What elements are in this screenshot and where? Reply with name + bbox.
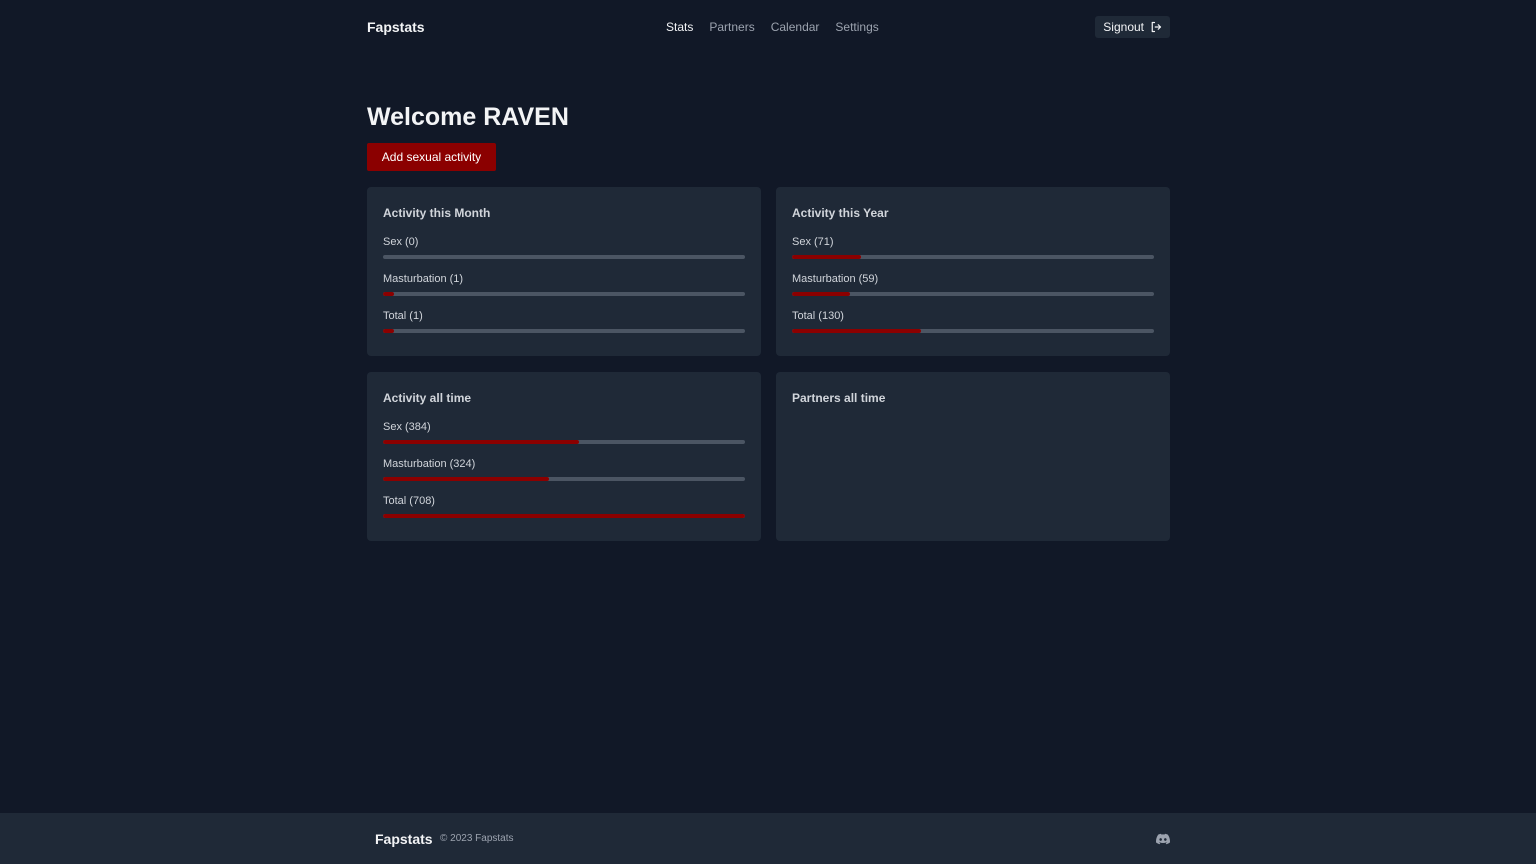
stat-label: Total (130) xyxy=(792,310,844,322)
card-title: Activity this Month xyxy=(383,206,491,220)
progress-bar xyxy=(792,255,1154,259)
page: Fapstats Stats Partners Calendar Setting… xyxy=(0,0,1536,864)
progress-fill xyxy=(383,514,745,518)
navbar: Fapstats Stats Partners Calendar Setting… xyxy=(367,0,1170,54)
nav-stats[interactable]: Stats xyxy=(666,20,693,34)
add-sexual-activity-button[interactable]: Add sexual activity xyxy=(367,143,496,171)
nav-partners[interactable]: Partners xyxy=(709,20,754,34)
stat-label: Total (708) xyxy=(383,495,435,507)
stat-masturbation: Masturbation (1) xyxy=(383,273,745,296)
stat-label: Masturbation (324) xyxy=(383,458,476,470)
footer-brand[interactable]: Fapstats xyxy=(375,831,433,847)
stat-masturbation: Masturbation (324) xyxy=(383,458,745,481)
card-activity-month: Activity this Month Sex (0) Masturbation… xyxy=(367,187,761,356)
progress-fill xyxy=(792,329,921,333)
stat-sex: Sex (384) xyxy=(383,421,745,444)
card-title: Activity all time xyxy=(383,391,472,405)
stat-label: Sex (71) xyxy=(792,236,834,248)
progress-bar xyxy=(792,329,1154,333)
progress-fill xyxy=(383,292,394,296)
card-activity-year: Activity this Year Sex (71) Masturbation… xyxy=(776,187,1170,356)
progress-bar xyxy=(383,477,745,481)
progress-bar xyxy=(792,292,1154,296)
card-title: Activity this Year xyxy=(792,206,889,220)
stat-sex: Sex (71) xyxy=(792,236,1154,259)
signout-label: Signout xyxy=(1103,20,1144,34)
stat-label: Masturbation (59) xyxy=(792,273,879,285)
stat-label: Sex (0) xyxy=(383,236,419,248)
progress-bar xyxy=(383,440,745,444)
stat-masturbation: Masturbation (59) xyxy=(792,273,1154,296)
stat-total: Total (130) xyxy=(792,310,1154,333)
stat-total: Total (1) xyxy=(383,310,745,333)
stat-label: Sex (384) xyxy=(383,421,431,433)
footer-copyright: © 2023 Fapstats xyxy=(440,833,514,844)
page-title: Welcome RAVEN xyxy=(367,103,569,131)
card-activity-all-time: Activity all time Sex (384) Masturbation… xyxy=(367,372,761,541)
progress-bar xyxy=(383,292,745,296)
progress-fill xyxy=(383,329,394,333)
nav-settings[interactable]: Settings xyxy=(835,20,878,34)
footer: Fapstats © 2023 Fapstats xyxy=(0,813,1536,864)
discord-icon[interactable] xyxy=(1156,832,1170,846)
main-nav: Stats Partners Calendar Settings xyxy=(666,0,879,54)
progress-fill xyxy=(383,477,549,481)
signout-button[interactable]: Signout xyxy=(1095,16,1170,38)
stat-label: Masturbation (1) xyxy=(383,273,464,285)
progress-bar xyxy=(383,255,745,259)
progress-bar xyxy=(383,514,745,518)
brand-logo[interactable]: Fapstats xyxy=(367,19,425,35)
nav-calendar[interactable]: Calendar xyxy=(771,20,820,34)
card-partners-all-time: Partners all time xyxy=(776,372,1170,541)
sign-out-icon xyxy=(1151,21,1162,33)
progress-fill xyxy=(383,440,580,444)
progress-bar xyxy=(383,329,745,333)
stat-label: Total (1) xyxy=(383,310,423,322)
progress-fill xyxy=(792,255,861,259)
stat-sex: Sex (0) xyxy=(383,236,745,259)
card-title: Partners all time xyxy=(792,391,886,405)
stat-total: Total (708) xyxy=(383,495,745,518)
progress-fill xyxy=(792,292,850,296)
